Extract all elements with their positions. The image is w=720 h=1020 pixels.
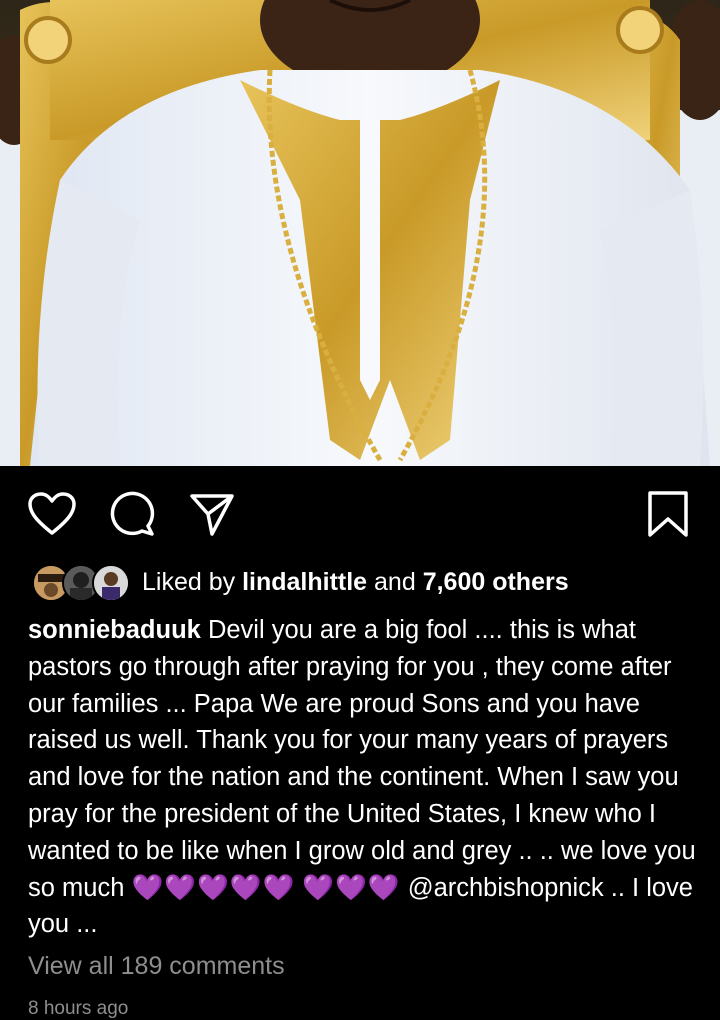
avatar (92, 564, 130, 602)
liker-avatars (32, 564, 130, 602)
likes-summary[interactable]: Liked by lindalhittle and 7,600 others (32, 562, 569, 602)
caption-text: Devil you are a big fool .... this is wh… (28, 616, 696, 902)
liked-by-user[interactable]: lindalhittle (242, 568, 367, 596)
post-caption: sonniebaduuk Devil you are a big fool ..… (28, 612, 698, 943)
likes-text: Liked by lindalhittle and 7,600 others (142, 568, 569, 597)
like-button[interactable] (26, 488, 78, 540)
caption-mention[interactable]: @archbishopnick (408, 874, 604, 902)
post-photo[interactable] (0, 0, 720, 466)
caption-author[interactable]: sonniebaduuk (28, 616, 201, 644)
post-action-bar (0, 466, 720, 558)
liked-by-prefix: Liked by (142, 567, 236, 596)
purple-heart-emojis: 💜💜💜💜💜 (131, 873, 296, 902)
heart-outline-icon (28, 492, 76, 535)
comment-button[interactable] (106, 488, 158, 540)
comment-bubble-icon (110, 491, 155, 536)
post-photo-graphic (0, 0, 720, 466)
view-all-comments-link[interactable]: View all 189 comments (28, 952, 285, 981)
save-button[interactable] (642, 488, 694, 540)
purple-heart-emojis: 💜💜💜 (302, 873, 401, 902)
liked-by-and: and (374, 567, 416, 596)
share-button[interactable] (186, 488, 238, 540)
paper-plane-icon (190, 494, 234, 536)
post-timestamp: 8 hours ago (28, 998, 129, 1019)
liked-by-others[interactable]: 7,600 others (423, 568, 569, 596)
bookmark-icon (648, 491, 688, 537)
